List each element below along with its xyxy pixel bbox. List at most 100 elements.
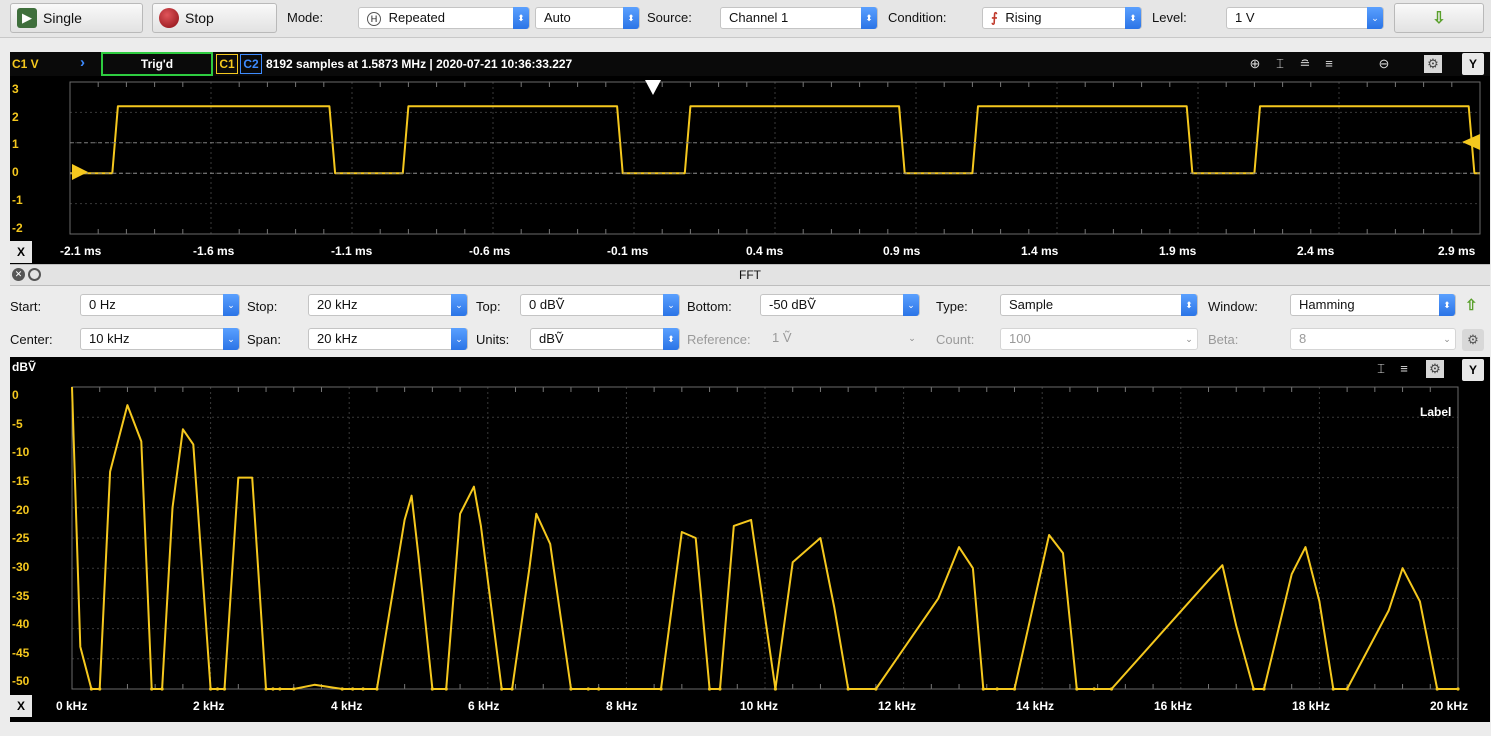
zoom-in-icon[interactable]: ⊕ — [1246, 55, 1264, 73]
fft-spectrum-plot — [71, 386, 1460, 691]
floor-point — [1012, 687, 1017, 691]
units-select[interactable]: dBṼ ⬍ — [530, 328, 680, 350]
floor-point — [375, 687, 379, 691]
y-tick-label: -1 — [12, 193, 23, 207]
count-value: 100 — [1009, 331, 1031, 346]
floor-point — [981, 687, 985, 691]
center-value: 10 kHz — [89, 331, 130, 346]
single-button[interactable]: ▶ Single — [10, 3, 143, 33]
condition-select[interactable]: ⨍ Rising ⬍ — [982, 7, 1142, 29]
scope-x-button[interactable]: X — [10, 241, 32, 263]
floor-point — [1456, 687, 1460, 691]
down-arrow-icon: ⇩ — [1432, 10, 1446, 27]
fft-title-bar: ✕ FFT — [10, 264, 1490, 286]
channel-c1-toggle[interactable]: C1 — [216, 54, 238, 74]
center-select[interactable]: 10 kHz ⌄ — [80, 328, 240, 350]
floor-point — [444, 687, 448, 691]
align-top-icon[interactable]: ≡ — [1320, 55, 1338, 73]
mode-value: Repeated — [388, 10, 446, 25]
chevron-right-icon[interactable]: › — [80, 54, 85, 71]
x-tick-label: 8 kHz — [606, 699, 638, 713]
level-select[interactable]: 1 V ⌄ — [1226, 7, 1384, 29]
auto-value: Auto — [544, 10, 571, 25]
close-icon[interactable]: ✕ — [12, 268, 25, 281]
y-tick-label: -30 — [12, 560, 30, 574]
align-bottom-icon[interactable]: ⌶ — [1271, 55, 1289, 73]
floor-point — [659, 687, 663, 691]
updown-chevron-icon: ⬍ — [1439, 294, 1455, 316]
reference-label: Reference: — [687, 332, 751, 347]
x-tick-label: 0.9 ms — [883, 244, 921, 258]
channel-c2-toggle[interactable]: C2 — [240, 54, 262, 74]
zoom-out-icon[interactable]: ⊖ — [1375, 55, 1393, 73]
type-select[interactable]: Sample ⬍ — [1000, 294, 1198, 316]
count-label: Count: — [936, 332, 975, 347]
floor-point — [874, 687, 878, 691]
x-tick-label: 10 kHz — [740, 699, 779, 713]
gear-icon[interactable]: ⚙ — [1424, 55, 1442, 73]
floor-point — [98, 687, 102, 691]
x-tick-label: 1.4 ms — [1021, 244, 1059, 258]
auto-select[interactable]: Auto ⬍ — [535, 7, 640, 29]
align-top-icon[interactable]: ≡ — [1395, 360, 1413, 378]
floor-point — [500, 687, 504, 691]
bottom-select[interactable]: -50 dBṼ ⌄ — [760, 294, 920, 316]
top-select[interactable]: 0 dBṼ ⌄ — [520, 294, 680, 316]
source-select[interactable]: Channel 1 ⬍ — [720, 7, 878, 29]
trigger-toolbar: ▶ Single Stop Mode: H Repeated ⬍ Auto ⬍ … — [0, 0, 1491, 38]
count-select[interactable]: 100 ⌄ — [1000, 328, 1198, 350]
level-value: 1 V — [1235, 10, 1255, 25]
units-value: dBṼ — [539, 331, 564, 346]
reference-select[interactable]: 1 Ṽ ⌄ — [770, 328, 920, 350]
floor-point — [150, 687, 154, 691]
chevron-down-icon: ⌄ — [903, 294, 919, 316]
gear-icon[interactable]: ⚙ — [1426, 360, 1444, 378]
updown-chevron-icon: ⬍ — [1125, 7, 1141, 29]
y-tick-label: -50 — [12, 674, 30, 688]
gear-icon[interactable]: ⚙ — [1462, 329, 1484, 351]
stop-label: Stop — [185, 10, 214, 26]
y-tick-label: -45 — [12, 646, 30, 660]
floor-point — [292, 687, 296, 691]
chevron-down-icon: ⌄ — [1443, 334, 1451, 344]
download-button[interactable]: ⇩ — [1394, 3, 1484, 33]
align-middle-icon[interactable]: ≘ — [1296, 55, 1314, 73]
start-select[interactable]: 0 Hz ⌄ — [80, 294, 240, 316]
stop-select[interactable]: 20 kHz ⌄ — [308, 294, 468, 316]
window-label: Window: — [1208, 299, 1258, 314]
window-select[interactable]: Hamming ⬍ — [1290, 294, 1456, 316]
floor-point — [222, 687, 227, 691]
up-arrow-icon[interactable]: ⇧ — [1465, 296, 1478, 314]
reference-value: 1 Ṽ — [772, 330, 792, 345]
chevron-down-icon: ⌄ — [451, 294, 467, 316]
time-scope-plot — [69, 80, 1481, 235]
detach-icon[interactable] — [28, 268, 41, 281]
scope-y-button[interactable]: Y — [1462, 53, 1484, 75]
start-value: 0 Hz — [89, 297, 116, 312]
updown-chevron-icon: ⬍ — [513, 7, 529, 29]
beta-select[interactable]: 8 ⌄ — [1290, 328, 1456, 350]
span-select[interactable]: 20 kHz ⌄ — [308, 328, 468, 350]
start-label: Start: — [10, 299, 42, 314]
x-tick-label: 18 kHz — [1292, 699, 1331, 713]
source-value: Channel 1 — [729, 10, 789, 25]
fft-y-button[interactable]: Y — [1462, 359, 1484, 381]
floor-point — [718, 687, 722, 691]
align-bottom-icon[interactable]: ⌶ — [1372, 360, 1390, 378]
trace-label: Label — [1420, 405, 1452, 419]
x-tick-label: 2 kHz — [193, 699, 225, 713]
floor-point — [773, 687, 777, 691]
fft-x-button[interactable]: X — [10, 695, 32, 717]
y-tick-label: -25 — [12, 531, 30, 545]
top-label: Top: — [476, 299, 501, 314]
x-tick-label: -1.6 ms — [193, 244, 235, 258]
x-tick-label: -0.1 ms — [607, 244, 649, 258]
mode-select[interactable]: H Repeated ⬍ — [358, 7, 530, 29]
y-tick-label: -15 — [12, 474, 30, 488]
stop-button[interactable]: Stop — [152, 3, 277, 33]
chevron-down-icon: ⌄ — [223, 294, 239, 316]
acquisition-info: 8192 samples at 1.5873 MHz | 2020-07-21 … — [266, 57, 573, 71]
floor-point — [278, 687, 282, 691]
floor-point — [1331, 687, 1335, 691]
chevron-down-icon: ⌄ — [663, 294, 679, 316]
